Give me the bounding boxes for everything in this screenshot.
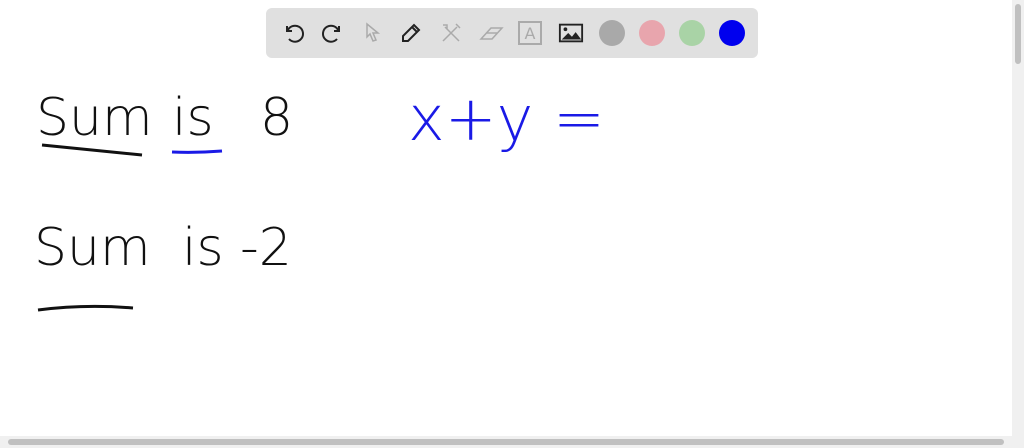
underline-is (171, 149, 223, 154)
underline-sum-2 (37, 304, 134, 312)
horizontal-scroll-thumb[interactable] (8, 439, 1004, 445)
vertical-scrollbar[interactable] (1012, 0, 1024, 436)
ink-underlines (37, 143, 223, 312)
underline-sum-1 (41, 143, 143, 157)
vertical-scroll-thumb[interactable] (1015, 4, 1021, 64)
horizontal-scrollbar[interactable] (0, 436, 1024, 448)
